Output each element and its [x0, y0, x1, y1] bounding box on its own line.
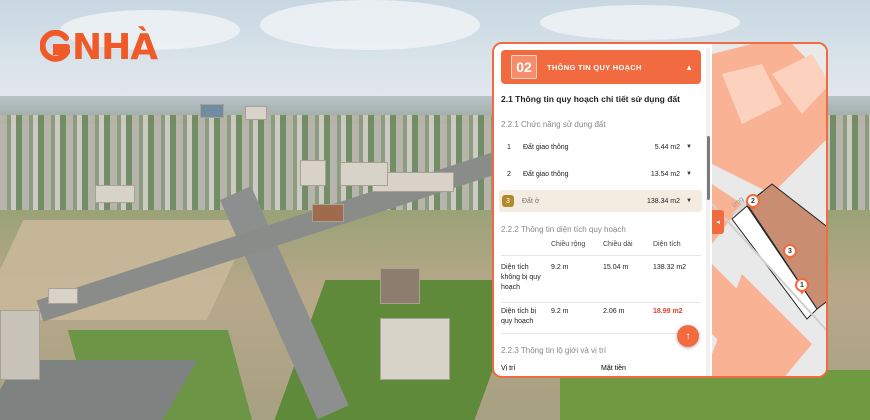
brand-logo: NHÀ [40, 27, 158, 68]
section-title: THÔNG TIN QUY HOẠCH [547, 62, 642, 72]
cloud [260, 0, 480, 50]
caret-down-icon[interactable]: ▼ [686, 144, 692, 150]
building [312, 204, 344, 222]
land-use-title: 2.2.1 Chức năng sử dụng đất [501, 120, 606, 129]
boundary-title: 2.2.3 Thông tin lộ giới và vị trí [501, 346, 607, 355]
column-header: Mặt tiền [601, 365, 626, 372]
land-use-row[interactable]: 2 Đất giao thông 13.54 m2 ▼ [499, 163, 702, 185]
scrollbar-thumb[interactable] [707, 136, 710, 200]
row-index: 2 [507, 170, 511, 178]
row-name: Đất giao thông [523, 143, 569, 151]
parcel-map[interactable]: ừng 2 3 1 [712, 44, 826, 376]
caret-down-icon[interactable]: ▼ [686, 171, 692, 177]
cell-length: 15.04 m [603, 264, 629, 271]
land-use-row-selected[interactable]: 3 Đất ở 138.34 m2 ▼ [499, 190, 702, 212]
row-name: Đất ở [522, 197, 540, 205]
map-canvas [712, 44, 826, 376]
panel-content: 02 THÔNG TIN QUY HOẠCH ▲ 2.1 Thông tin q… [494, 44, 712, 376]
row-index: 1 [507, 143, 511, 151]
column-header: Chiều rộng [551, 241, 586, 248]
building [380, 268, 420, 304]
logo-text: NHÀ [72, 27, 158, 68]
logo-g-icon [40, 30, 70, 62]
caret-up-icon[interactable]: ▲ [685, 63, 693, 72]
building [200, 104, 224, 118]
map-pin-3[interactable]: 3 [783, 244, 797, 261]
map-pin-1[interactable]: 1 [795, 278, 809, 295]
section-number: 02 [511, 55, 537, 79]
land-use-row[interactable]: 1 Đất giao thông 5.44 m2 ▼ [499, 136, 702, 158]
cell-area-highlight: 18.99 m2 [653, 308, 683, 315]
row-index-badge: 3 [502, 195, 514, 207]
row-value: 13.54 m2 [650, 170, 681, 178]
map-pin-2[interactable]: 2 [746, 194, 760, 211]
caret-down-icon[interactable]: ▼ [686, 198, 692, 204]
row-name: Đất giao thông [523, 170, 569, 178]
map-collapse-button[interactable]: ◂ [712, 210, 724, 234]
divider [501, 333, 701, 334]
cell-width: 9.2 m [551, 308, 569, 315]
scrollbar-track[interactable] [706, 48, 710, 376]
column-header: Diện tích [653, 241, 681, 248]
column-header: Chiều dài [603, 241, 633, 248]
area-info-title: 2.2.2 Thông tin diện tích quy hoạch [501, 225, 626, 234]
row-value: 5.44 m2 [654, 143, 681, 151]
divider [501, 255, 701, 256]
cell-area: 138.32 m2 [653, 264, 687, 271]
building [48, 288, 78, 304]
building [95, 185, 135, 203]
building [245, 106, 267, 120]
arrow-up-icon: ↑ [685, 330, 691, 342]
divider [501, 302, 701, 303]
cell-length: 2.06 m [603, 308, 625, 315]
row-label: Diện tích không bị quy hoạch [501, 264, 541, 291]
section-header[interactable]: 02 THÔNG TIN QUY HOẠCH ▲ [501, 50, 701, 84]
row-label: Diện tích bị quy hoạch [501, 308, 537, 325]
chevron-left-icon: ◂ [716, 219, 720, 226]
planning-info-panel: 02 THÔNG TIN QUY HOẠCH ▲ 2.1 Thông tin q… [492, 42, 828, 378]
building [0, 310, 40, 380]
row-value: 138.34 m2 [646, 197, 681, 205]
column-header: Vị trí [501, 365, 516, 372]
scroll-top-button[interactable]: ↑ [677, 325, 699, 347]
cloud [540, 5, 740, 40]
building [300, 160, 326, 186]
heading: 2.1 Thông tin quy hoạch chi tiết sử dụng… [501, 94, 680, 104]
cell-width: 9.2 m [551, 264, 569, 271]
building [380, 318, 450, 380]
building [340, 162, 388, 186]
